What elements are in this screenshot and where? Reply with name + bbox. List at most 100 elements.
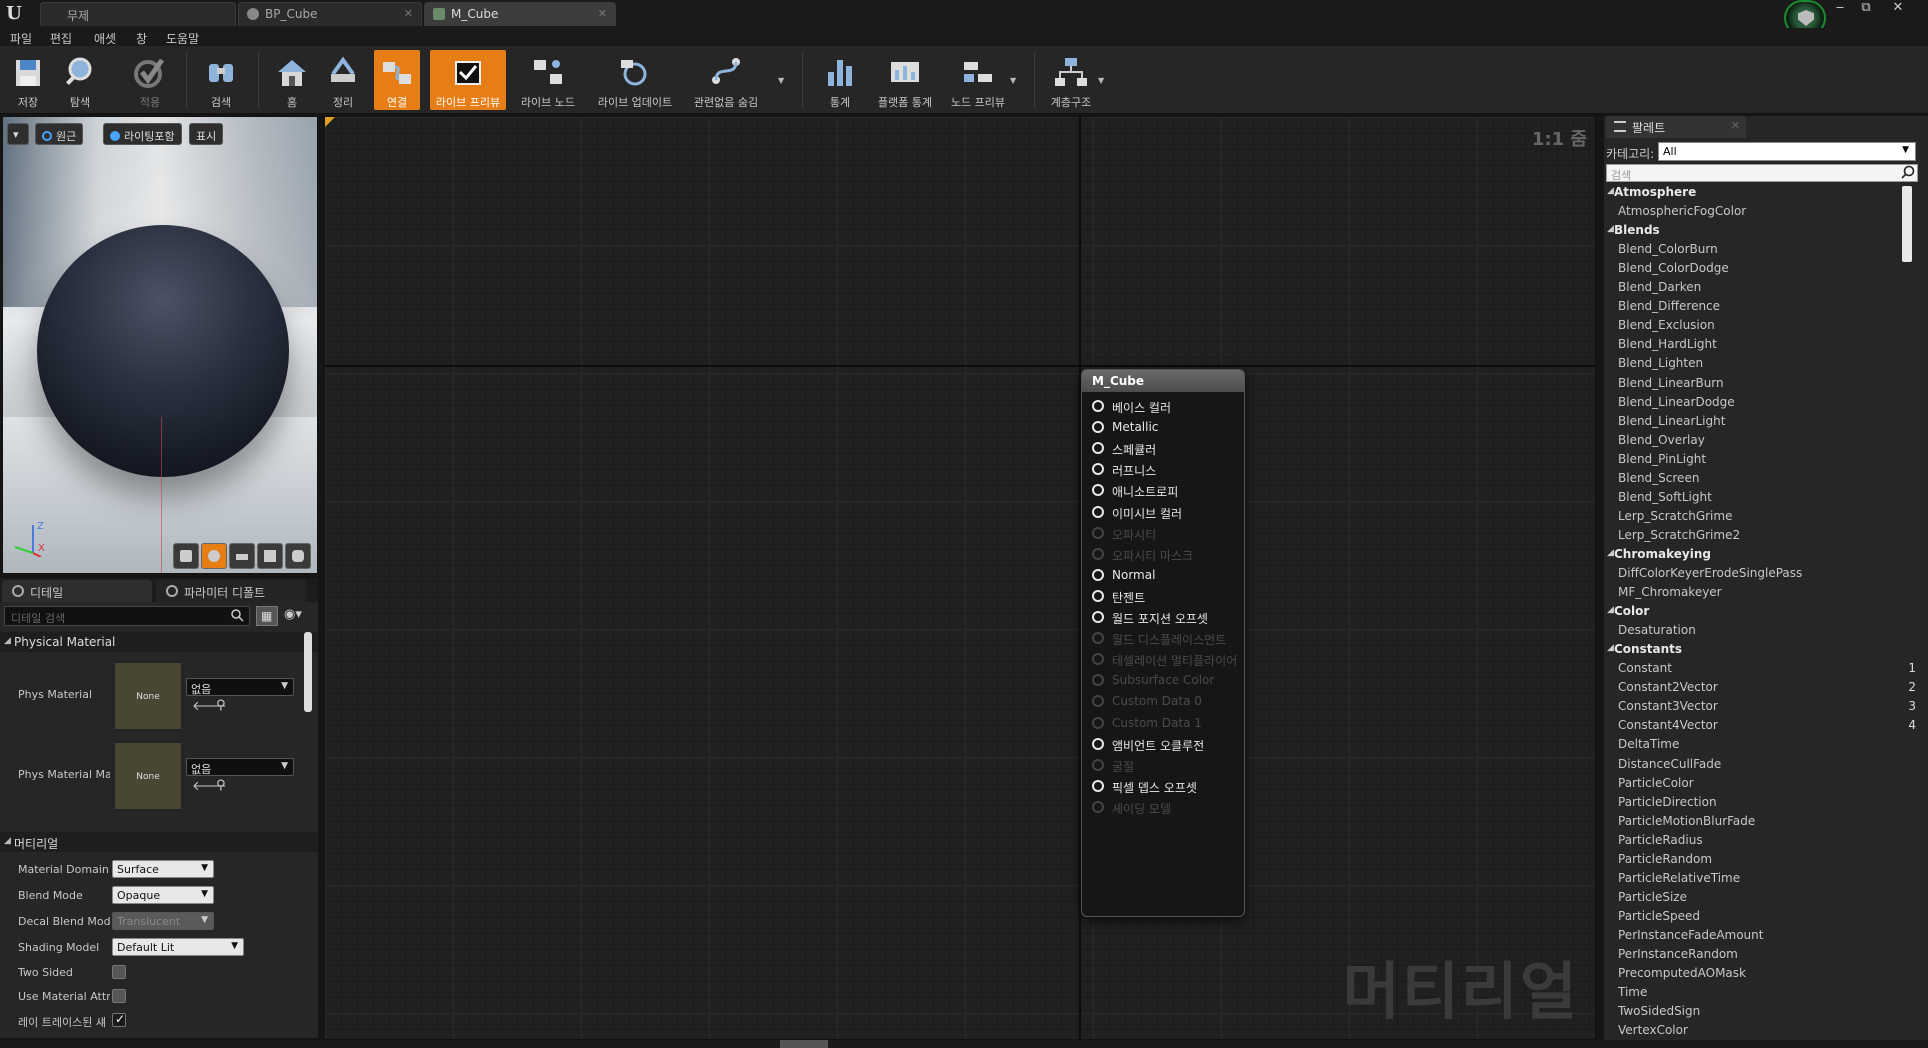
palette-search-input[interactable]: 검색 xyxy=(1606,164,1918,182)
palette-item[interactable]: Blend_LinearLight xyxy=(1604,413,1916,432)
pin-circle-icon[interactable] xyxy=(1092,463,1104,476)
pin-circle-icon[interactable] xyxy=(1092,442,1104,455)
palette-item[interactable]: Blend_HardLight xyxy=(1604,336,1916,355)
tab-palette[interactable]: 팔레트 ✕ xyxy=(1606,116,1746,138)
palette-category[interactable]: ◢ Blends xyxy=(1604,222,1916,241)
palette-item[interactable]: Constant3Vector 3 xyxy=(1604,698,1916,717)
hide-unrelated-button[interactable]: 관련없음 숨김 xyxy=(688,50,764,110)
palette-item[interactable]: PerInstanceFadeAmount xyxy=(1604,927,1916,946)
grid-view-button[interactable]: ▦ xyxy=(256,606,278,626)
menu-window[interactable]: 창 xyxy=(136,30,147,47)
pin-circle-icon[interactable] xyxy=(1092,589,1104,602)
palette-item[interactable]: PerInstanceRandom xyxy=(1604,946,1916,965)
lighting-mode-button[interactable]: 라이팅포함 xyxy=(103,123,182,145)
platform-stats-button[interactable]: 플랫폼 통계 xyxy=(874,50,936,110)
home-button[interactable]: 홈 xyxy=(272,50,312,110)
clean-up-button[interactable]: 정리 xyxy=(322,50,364,110)
palette-item[interactable]: Blend_Difference xyxy=(1604,298,1916,317)
palette-item[interactable]: Lerp_ScratchGrime xyxy=(1604,508,1916,527)
palette-item[interactable]: Blend_Overlay xyxy=(1604,432,1916,451)
live-update-button[interactable]: 라이브 업데이트 xyxy=(592,50,678,110)
palette-item[interactable]: ParticleMotionBlurFade xyxy=(1604,813,1916,832)
collapse-icon[interactable]: ◢ xyxy=(1607,605,1614,615)
node-preview-button[interactable]: 노드 프리뷰 xyxy=(946,50,1010,110)
two-sided-checkbox[interactable] xyxy=(112,965,126,979)
preview-viewport[interactable]: ▾ 원근 라이팅포함 표시 Z X xyxy=(2,116,318,574)
tab-bp-cube[interactable]: BP_Cube ✕ xyxy=(238,2,422,26)
pin-circle-icon[interactable] xyxy=(1092,611,1104,623)
show-button[interactable]: 표시 xyxy=(189,123,224,145)
palette-item[interactable]: ParticleRandom xyxy=(1604,851,1916,870)
palette-category[interactable]: ◢ Atmosphere xyxy=(1604,184,1916,203)
save-button[interactable]: 저장 xyxy=(8,50,48,110)
palette-item[interactable]: ParticleSpeed xyxy=(1604,908,1916,927)
teapot-shape-button[interactable] xyxy=(285,543,311,569)
pin-circle-icon[interactable] xyxy=(1092,737,1104,750)
plane-shape-button[interactable] xyxy=(229,543,255,569)
palette-category[interactable]: ◢ Chromakeying xyxy=(1604,546,1916,565)
horizontal-scroll-thumb[interactable] xyxy=(780,1040,828,1048)
material-result-node[interactable]: M_Cube 베이스 컬러 Metallic 스페큘러 러프니스 애니소트로피 이미시브 … xyxy=(1081,369,1245,917)
palette-item[interactable]: Blend_SoftLight xyxy=(1604,489,1916,508)
menu-asset[interactable]: 애셋 xyxy=(94,30,116,47)
apply-button[interactable]: 적용 xyxy=(130,50,170,110)
palette-item[interactable]: ParticleRelativeTime xyxy=(1604,870,1916,889)
palette-item[interactable]: Lerp_ScratchGrime2 xyxy=(1604,527,1916,546)
hide-unrelated-dropdown-icon[interactable]: ▼ xyxy=(778,76,784,85)
menu-help[interactable]: 도움말 xyxy=(166,30,199,47)
browse-magnifier-icon[interactable]: ⚲ xyxy=(216,698,226,713)
material-domain-combo[interactable]: Surface ▼ xyxy=(112,860,214,878)
pin-circle-icon[interactable] xyxy=(1092,400,1104,412)
close-window-button[interactable]: ✕ xyxy=(1886,0,1910,16)
pin-circle-icon[interactable] xyxy=(1092,568,1104,581)
shading-model-combo[interactable]: Default Lit ▼ xyxy=(112,938,244,956)
close-icon[interactable]: ✕ xyxy=(1731,119,1740,132)
phys-material-thumbnail[interactable]: None xyxy=(114,662,182,730)
palette-item[interactable]: ParticleDirection xyxy=(1604,794,1916,813)
palette-item[interactable]: Desaturation xyxy=(1604,622,1916,641)
palette-item[interactable]: Constant 1 xyxy=(1604,660,1916,679)
cylinder-shape-button[interactable] xyxy=(173,543,199,569)
node-preview-dropdown-icon[interactable]: ▼ xyxy=(1010,76,1016,85)
section-physical-material[interactable]: ◢ Physical Material xyxy=(0,632,318,652)
palette-item[interactable]: DeltaTime xyxy=(1604,736,1916,755)
close-icon[interactable]: ✕ xyxy=(598,7,607,20)
eye-icon[interactable]: ◉▾ xyxy=(284,607,302,622)
palette-item[interactable]: Constant4Vector 4 xyxy=(1604,717,1916,736)
palette-item[interactable]: Blend_LinearDodge xyxy=(1604,394,1916,413)
palette-item[interactable]: Blend_LinearBurn xyxy=(1604,375,1916,394)
cube-shape-button[interactable] xyxy=(257,543,283,569)
palette-item[interactable]: Blend_Screen xyxy=(1604,470,1916,489)
phys-material-mask-thumbnail[interactable]: None xyxy=(114,742,182,810)
palette-item[interactable]: PrecomputedAOMask xyxy=(1604,965,1916,984)
restore-button[interactable]: ⧉ xyxy=(1854,0,1878,16)
palette-category[interactable]: ◢ Color xyxy=(1604,603,1916,622)
details-search-input[interactable]: 디테일 검색 xyxy=(4,606,250,626)
tab-details[interactable]: 디테일 xyxy=(2,580,152,602)
palette-item[interactable]: Blend_Exclusion xyxy=(1604,317,1916,336)
pin-circle-icon[interactable] xyxy=(1092,421,1104,434)
hierarchy-button[interactable]: 계층구조 xyxy=(1046,50,1096,110)
material-graph[interactable]: 1:1 줌 머티리얼 M_Cube 베이스 컬러 Metallic 스페큘러 러프니스… xyxy=(324,116,1596,1040)
tab-untitled[interactable]: 무제 xyxy=(40,2,236,26)
palette-item[interactable]: VertexColor xyxy=(1604,1022,1916,1040)
section-material[interactable]: ◢ 머티리얼 xyxy=(0,832,318,852)
palette-item[interactable]: ParticleRadius xyxy=(1604,832,1916,851)
palette-item[interactable]: AtmosphericFogColor xyxy=(1604,203,1916,222)
phys-material-mask-combo[interactable]: 없음 ▼ xyxy=(186,758,294,776)
viewport-menu-button[interactable]: ▾ xyxy=(7,123,29,145)
palette-item[interactable]: DiffColorKeyerErodeSinglePass xyxy=(1604,565,1916,584)
collapse-icon[interactable]: ◢ xyxy=(1607,643,1614,653)
menu-file[interactable]: 파일 xyxy=(10,30,32,47)
close-icon[interactable]: ✕ xyxy=(404,7,413,20)
browse-magnifier-icon[interactable]: ⚲ xyxy=(216,778,226,793)
palette-scrollbar[interactable] xyxy=(1902,186,1912,262)
stats-button[interactable]: 통계 xyxy=(820,50,860,110)
palette-item[interactable]: Constant2Vector 2 xyxy=(1604,679,1916,698)
collapse-icon[interactable]: ◢ xyxy=(1607,186,1614,196)
use-material-attributes-checkbox[interactable] xyxy=(112,989,126,1003)
palette-item[interactable]: DistanceCullFade xyxy=(1604,756,1916,775)
category-combo[interactable]: All ▼ xyxy=(1658,142,1916,161)
sphere-shape-button[interactable] xyxy=(201,543,227,569)
palette-item[interactable]: MF_Chromakeyer xyxy=(1604,584,1916,603)
